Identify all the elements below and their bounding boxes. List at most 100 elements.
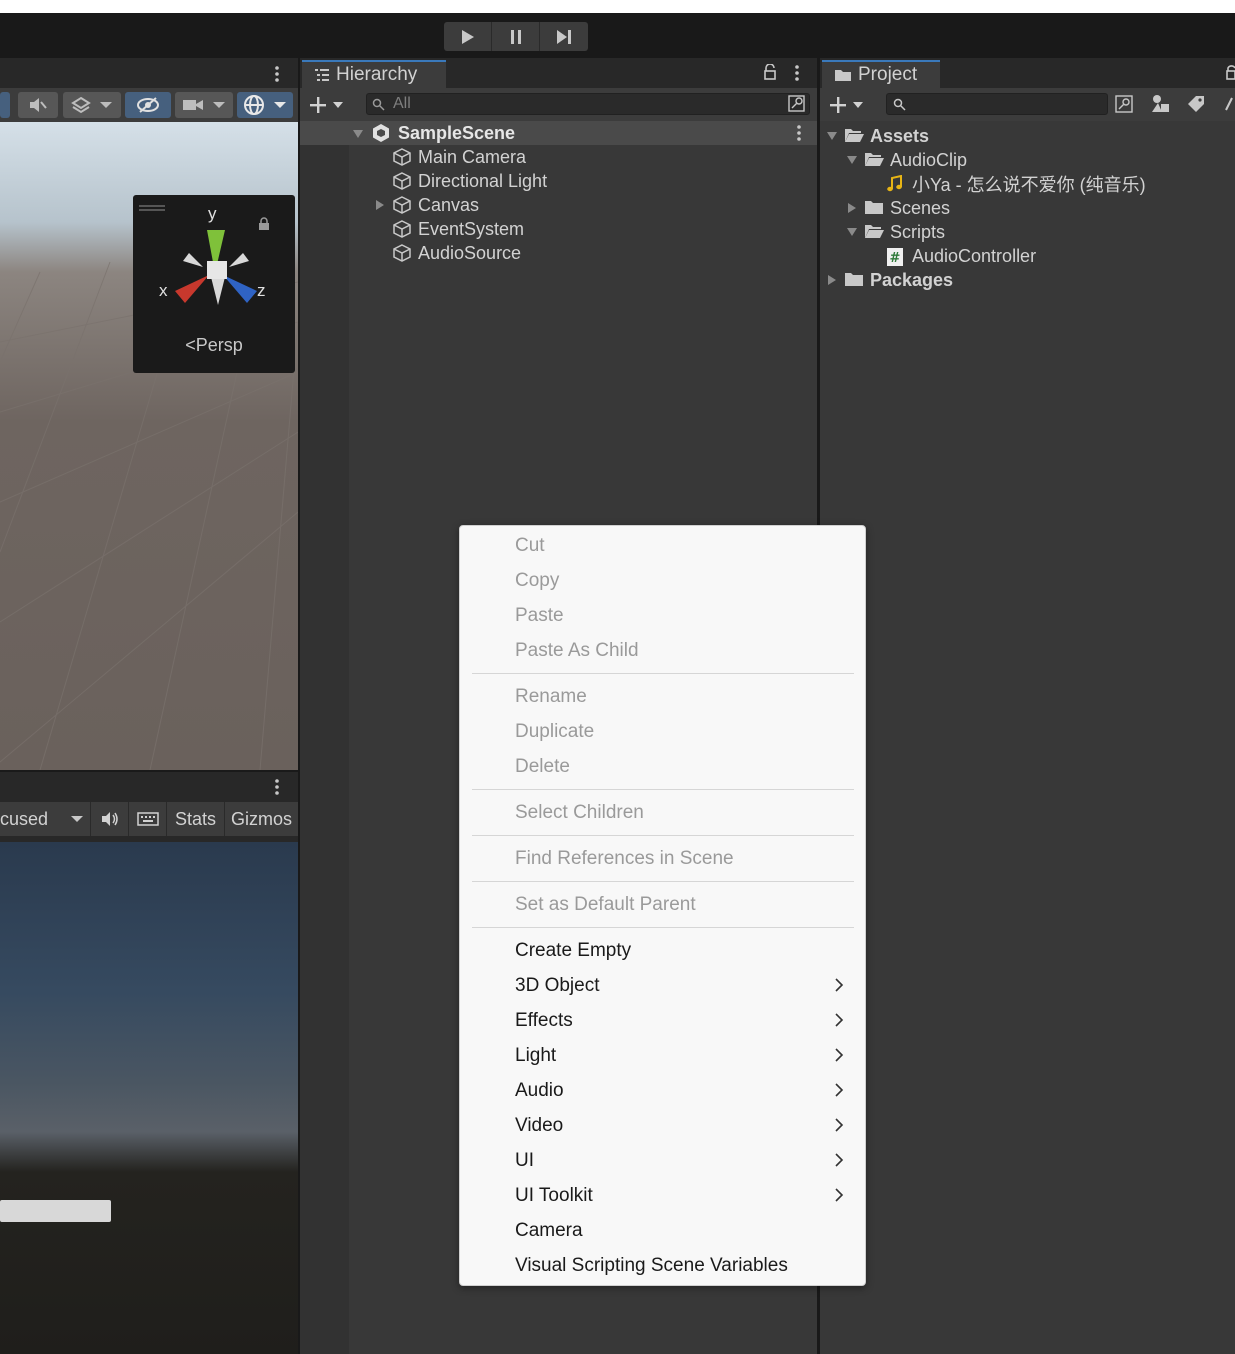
ui-slider-bar (0, 1200, 111, 1222)
create-dropdown[interactable] (308, 94, 348, 116)
gizmos-button[interactable]: Gizmos (225, 802, 298, 836)
kebab-menu-icon[interactable] (272, 65, 282, 83)
orientation-gizmo[interactable]: y x z <Persp (133, 195, 295, 373)
context-menu-item-label: Duplicate (515, 720, 595, 742)
chevron-right-icon (835, 1083, 844, 1097)
lock-icon[interactable] (763, 64, 777, 80)
context-menu-item[interactable]: Create Empty (460, 933, 865, 968)
folder-icon (844, 271, 864, 289)
search-in-scene-icon[interactable] (787, 95, 807, 113)
projection-label: Persp (195, 335, 243, 355)
project-tree-item[interactable]: AudioClip (846, 148, 1225, 172)
project-tree-item[interactable]: Assets (826, 124, 1225, 148)
chevron-down-icon (100, 102, 112, 108)
kebab-menu-icon[interactable] (272, 778, 282, 796)
expand-arrow-icon[interactable] (374, 199, 386, 211)
play-button[interactable] (444, 22, 492, 51)
chevron-right-icon (835, 1048, 844, 1062)
camera-dropdown[interactable] (175, 92, 233, 118)
project-tree-item[interactable]: Scenes (846, 196, 1225, 220)
search-icon (372, 98, 385, 111)
filter-by-type-icon[interactable] (1150, 94, 1172, 114)
scene-root-row[interactable]: SampleScene (300, 121, 817, 145)
context-menu-item[interactable]: Video (460, 1108, 865, 1143)
menu-separator (472, 881, 854, 882)
hierarchy-item[interactable]: Canvas (372, 193, 812, 217)
context-menu-item-label: Effects (515, 1009, 573, 1031)
kebab-menu-icon[interactable] (794, 124, 804, 142)
kebab-menu-icon[interactable] (792, 64, 802, 82)
context-menu-item: Delete (460, 749, 865, 784)
context-menu-item[interactable]: Camera (460, 1213, 865, 1248)
play-focus-dropdown[interactable]: cused (0, 802, 92, 836)
game-panel: cused Stats Gizmos (0, 770, 298, 1354)
menu-separator (472, 927, 854, 928)
context-menu-item[interactable]: Effects (460, 1003, 865, 1038)
tab-project[interactable]: Project (822, 60, 940, 88)
project-tree-item[interactable]: Packages (826, 268, 1225, 292)
project-search-input[interactable] (886, 93, 1108, 115)
context-menu-item[interactable]: Visual Scripting Scene Variables (460, 1248, 865, 1283)
stats-button[interactable]: Stats (167, 802, 225, 836)
project-item-label: Scenes (890, 197, 951, 218)
context-menu-item[interactable]: Audio (460, 1073, 865, 1108)
expanded-arrow-icon[interactable] (846, 154, 858, 166)
keyboard-shortcuts-button[interactable] (129, 802, 167, 836)
hierarchy-item-label: Main Camera (418, 146, 527, 167)
create-asset-dropdown[interactable] (828, 94, 868, 116)
search-by-type-icon[interactable] (1114, 95, 1136, 115)
project-item-label: Packages (870, 269, 954, 290)
pause-button[interactable] (492, 22, 540, 51)
project-tree-item[interactable]: # AudioController (868, 244, 1225, 268)
hierarchy-item[interactable]: Main Camera (372, 145, 812, 169)
projection-toggle[interactable]: <Persp (133, 335, 295, 356)
hierarchy-search-input[interactable]: All (366, 93, 810, 115)
expand-arrow-icon[interactable] (826, 274, 838, 286)
context-menu-item-label: Paste As Child (515, 639, 639, 661)
context-menu-item: Paste (460, 598, 865, 633)
tag-icon[interactable] (1186, 94, 1206, 114)
speaker-icon (101, 812, 118, 826)
context-menu-item: Set as Default Parent (460, 887, 865, 922)
step-icon (557, 29, 571, 44)
context-menu-item[interactable]: Light (460, 1038, 865, 1073)
csharp-script-icon: # (886, 247, 906, 266)
hierarchy-item[interactable]: AudioSource (372, 241, 812, 265)
project-tree-item[interactable]: Scripts (846, 220, 1225, 244)
audio-toggle-button[interactable] (18, 92, 58, 118)
plus-icon (310, 97, 326, 113)
gameobject-cube-icon (392, 171, 412, 191)
favorite-icon[interactable] (1224, 94, 1235, 114)
shading-mode-button[interactable] (0, 92, 10, 118)
hierarchy-tabbar: Hierarchy (300, 58, 817, 88)
expanded-arrow-icon[interactable] (352, 128, 364, 140)
axis-x-label: x (159, 281, 168, 300)
hierarchy-item-label: AudioSource (418, 242, 522, 263)
step-button[interactable] (540, 22, 588, 51)
game-viewport[interactable] (0, 842, 298, 1354)
expand-arrow-icon[interactable] (846, 202, 858, 214)
gameobject-cube-icon (392, 219, 412, 239)
hierarchy-gutter (300, 121, 349, 1354)
game-tabbar (0, 772, 298, 802)
context-menu-item[interactable]: UI (460, 1143, 865, 1178)
scene-tabbar (0, 58, 298, 88)
gameobject-cube-icon (392, 195, 412, 215)
project-tree-item[interactable]: 小Ya - 怎么说不爱你 (纯音乐) (868, 172, 1225, 196)
context-menu-item[interactable]: UI Toolkit (460, 1178, 865, 1213)
lock-icon[interactable] (1225, 64, 1235, 80)
gizmos-dropdown[interactable] (237, 92, 293, 118)
expanded-arrow-icon[interactable] (826, 130, 838, 142)
hierarchy-item[interactable]: EventSystem (372, 217, 812, 241)
context-menu-item-label: UI Toolkit (515, 1184, 593, 1206)
effects-dropdown[interactable] (63, 92, 121, 118)
hierarchy-item[interactable]: Directional Light (372, 169, 812, 193)
context-menu-item[interactable]: 3D Object (460, 968, 865, 1003)
hidden-objects-toggle[interactable] (125, 92, 171, 118)
scene-viewport[interactable]: y x z <Persp (0, 122, 298, 770)
search-icon (893, 98, 906, 111)
tab-hierarchy[interactable]: Hierarchy (302, 60, 446, 88)
context-menu-item-label: Set as Default Parent (515, 893, 696, 915)
mute-audio-button[interactable] (91, 802, 130, 836)
expanded-arrow-icon[interactable] (846, 226, 858, 238)
